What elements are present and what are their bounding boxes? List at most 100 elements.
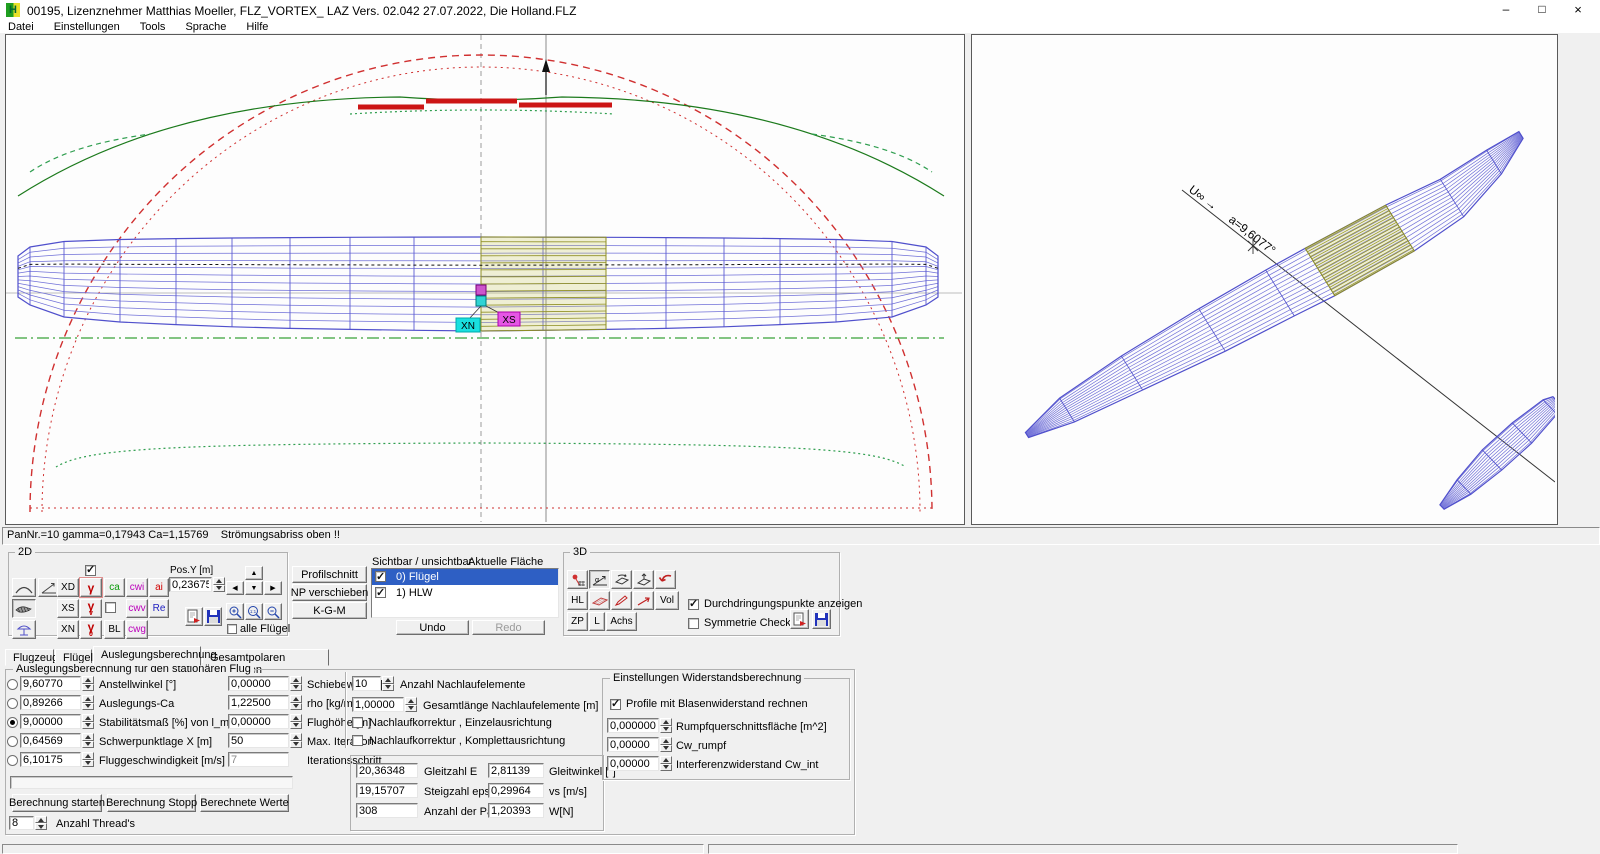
anstellwinkel-spinner[interactable] [82,676,94,691]
np-marker[interactable] [476,285,486,295]
pan-right-button[interactable]: ▶ [264,581,282,595]
anzahl-nachlauf-input[interactable] [352,676,381,691]
menu-datei[interactable]: Datei [8,21,34,33]
flughoehe-spinner[interactable] [290,714,302,729]
reset-view-button[interactable] [655,570,676,589]
schwerpunktlage-spinner[interactable] [82,733,94,748]
auslegungs-ca-spinner[interactable] [82,695,94,710]
threads-input[interactable] [9,816,34,830]
canopy-view-button[interactable] [12,578,36,597]
list-item-hlw[interactable]: 1) HLW [372,585,558,601]
menu-tools[interactable]: Tools [140,21,166,33]
zoom-out-button[interactable] [264,603,282,620]
rumpfflaeche-input[interactable] [607,718,659,733]
re-button[interactable]: Re [149,599,169,618]
profile-blasen-checkbox[interactable] [610,699,621,710]
tab-auslegungsberechnung[interactable]: Auslegungsberechnung [93,646,201,666]
max-iteration-input[interactable] [228,733,289,748]
undo-button[interactable]: Undo [396,620,469,635]
cwi-button[interactable]: cwi [126,578,148,597]
cwg-button[interactable]: cwg [126,620,148,639]
radio-anstellwinkel[interactable] [7,679,18,690]
profilschnitt-button[interactable]: Profilschnitt [292,566,367,583]
cw-int-input[interactable] [607,756,659,771]
pan-up-button[interactable]: ▲ [245,566,263,580]
radio-auslegungs-ca[interactable] [7,698,18,709]
zoom-reset-button[interactable]: 1:1 [245,603,263,620]
np-verschieben-button[interactable]: NP verschieben [292,584,367,601]
parasol-view-button[interactable] [12,620,36,639]
zoom-in-button[interactable] [226,603,244,620]
list-item-fluegel[interactable]: 0) Flügel [372,569,558,585]
bl-button[interactable]: BL [104,620,125,639]
rumpfflaeche-spinner[interactable] [660,718,672,733]
nachlauf-einzel-checkbox[interactable] [352,717,363,728]
cwv-button[interactable]: cwv [126,599,148,618]
schiebewinkel-spinner[interactable] [290,676,302,691]
close-button[interactable]: × [1560,0,1596,20]
durchdringung-checkbox[interactable] [688,599,699,610]
panel-flip-button[interactable] [611,570,632,589]
cw-rumpf-spinner[interactable] [660,737,672,752]
posy-spinner[interactable] [213,577,225,592]
save-3d-button[interactable] [812,609,831,629]
minimize-button[interactable]: – [1488,0,1524,20]
radio-schwerpunktlage[interactable] [7,736,18,747]
zp-button[interactable]: ZP [567,612,588,631]
hlw-visible-checkbox[interactable] [375,587,386,598]
schwerpunktlage-input[interactable] [20,733,81,748]
fuselage-view-button[interactable] [12,599,36,618]
save-2d-button[interactable] [204,607,222,626]
menu-sprache[interactable]: Sprache [185,21,226,33]
berechnete-werte-button[interactable]: Berechnete Werte [200,794,289,812]
schiebewinkel-input[interactable] [228,676,289,691]
symmetrie-checkbox[interactable] [688,618,699,629]
kgm-button[interactable]: K-G-M [292,602,367,619]
gamma-button[interactable]: γ [80,578,102,597]
menu-hilfe[interactable]: Hilfe [246,21,268,33]
auslegungs-ca-input[interactable] [20,695,81,710]
alpha-flow-button[interactable]: α [589,570,610,589]
surface-list[interactable]: 0) Flügel 1) HLW [371,568,559,618]
panel-points-button[interactable] [567,570,588,589]
gamma-v-button[interactable]: γv [80,599,102,618]
vol-button[interactable]: Vol [655,591,679,610]
wing-surface-button[interactable] [589,591,610,610]
radio-fluggeschwindigkeit[interactable] [7,755,18,766]
gamma-column-checkbox[interactable] [85,565,96,576]
laenge-nachlauf-input[interactable] [352,697,404,712]
achs-button[interactable]: Achs [606,612,637,631]
redo-button[interactable]: Redo [472,620,545,635]
laenge-nachlauf-spinner[interactable] [405,697,417,712]
flughoehe-input[interactable] [228,714,289,729]
threads-spinner[interactable] [35,816,47,830]
stabilitaetsmass-spinner[interactable] [82,714,94,729]
maximize-button[interactable]: □ [1524,0,1560,20]
cw-rumpf-input[interactable] [607,737,659,752]
ai-button[interactable]: ai [149,578,169,597]
pen-edit-button[interactable] [611,591,632,610]
stabilitaetsmass-input[interactable] [20,714,81,729]
berechnung-starten-button[interactable]: Berechnung starten [12,794,102,812]
hl-button[interactable]: HL [567,591,588,610]
cg-marker[interactable] [476,296,486,306]
rho-spinner[interactable] [290,695,302,710]
alle-fluegel-checkbox[interactable] [227,624,237,634]
copy-3d-button[interactable] [790,609,809,629]
radio-stabilitaetsmass[interactable] [7,717,18,728]
pan-down-button[interactable]: ▼ [245,581,263,595]
copy-2d-button[interactable] [185,607,203,626]
fluggeschwindigkeit-spinner[interactable] [82,752,94,767]
anzahl-nachlauf-spinner[interactable] [382,676,394,691]
row2-checkbox[interactable] [105,602,116,613]
vector-arrow-button[interactable] [633,591,654,610]
rho-input[interactable] [228,695,289,710]
fluggeschwindigkeit-input[interactable] [20,752,81,767]
anstellwinkel-input[interactable] [20,676,81,691]
menu-einstellungen[interactable]: Einstellungen [54,21,120,33]
xn-button[interactable]: XN [57,620,79,639]
ca-button[interactable]: ca [104,578,125,597]
plot-2d-panel[interactable]: XN XS [5,34,965,525]
fluegel-visible-checkbox[interactable] [375,571,386,582]
max-iteration-spinner[interactable] [290,733,302,748]
